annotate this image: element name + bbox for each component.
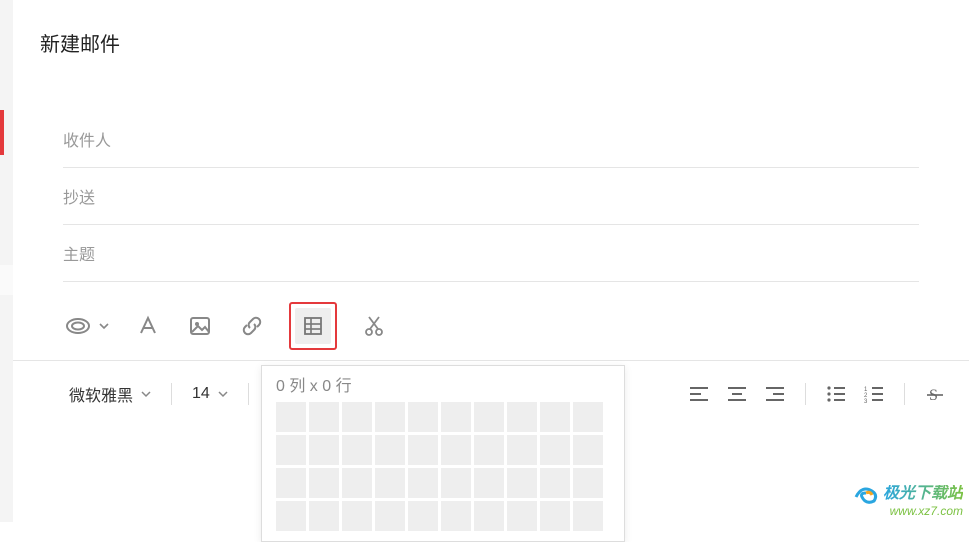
table-icon	[303, 316, 323, 336]
table-picker-cell[interactable]	[375, 435, 405, 465]
table-picker-cell[interactable]	[540, 435, 570, 465]
table-picker-cell[interactable]	[573, 501, 603, 531]
table-picker-cell[interactable]	[375, 402, 405, 432]
chevron-down-icon	[218, 390, 228, 398]
table-picker-cell[interactable]	[507, 402, 537, 432]
table-picker-cell[interactable]	[309, 501, 339, 531]
subject-field[interactable]: 主题	[63, 225, 919, 282]
table-picker-cell[interactable]	[474, 501, 504, 531]
image-icon[interactable]	[185, 311, 215, 341]
table-picker-cell[interactable]	[309, 435, 339, 465]
align-left-icon[interactable]	[685, 380, 713, 408]
table-button-highlighted[interactable]	[289, 302, 337, 350]
table-picker-cell[interactable]	[408, 435, 438, 465]
table-picker-cell[interactable]	[540, 468, 570, 498]
table-picker-cell[interactable]	[276, 402, 306, 432]
font-family-value: 微软雅黑	[69, 382, 133, 406]
font-size-select[interactable]: 14	[186, 381, 234, 407]
table-picker-grid[interactable]	[276, 402, 614, 531]
cc-field[interactable]: 抄送	[63, 168, 919, 225]
table-picker-cell[interactable]	[408, 501, 438, 531]
table-size-picker: 0 列 x 0 行	[261, 365, 625, 542]
chevron-down-icon	[141, 390, 151, 398]
text-format-icon[interactable]	[133, 311, 163, 341]
table-picker-cell[interactable]	[573, 468, 603, 498]
table-picker-cell[interactable]	[507, 468, 537, 498]
font-family-select[interactable]: 微软雅黑	[63, 378, 157, 410]
recipient-field[interactable]: 收件人	[63, 111, 919, 168]
table-picker-cell[interactable]	[540, 402, 570, 432]
align-center-icon[interactable]	[723, 380, 751, 408]
bullet-list-icon[interactable]	[822, 380, 850, 408]
divider	[248, 383, 249, 405]
table-picker-cell[interactable]	[474, 435, 504, 465]
table-picker-cell[interactable]	[276, 468, 306, 498]
font-size-value: 14	[192, 385, 210, 403]
table-picker-cell[interactable]	[474, 402, 504, 432]
table-picker-cell[interactable]	[342, 402, 372, 432]
table-picker-cell[interactable]	[540, 501, 570, 531]
table-picker-cell[interactable]	[474, 468, 504, 498]
align-right-icon[interactable]	[761, 380, 789, 408]
divider	[904, 383, 905, 405]
watermark-url: www.xz7.com	[852, 505, 963, 518]
page-title: 新建邮件	[13, 0, 969, 57]
table-picker-cell[interactable]	[441, 435, 471, 465]
cut-icon[interactable]	[359, 311, 389, 341]
table-picker-cell[interactable]	[408, 468, 438, 498]
table-picker-label: 0 列 x 0 行	[276, 372, 614, 396]
divider	[171, 383, 172, 405]
table-picker-cell[interactable]	[375, 468, 405, 498]
watermark-logo-icon	[852, 483, 880, 505]
watermark-text: 极光下载站	[883, 485, 963, 503]
table-picker-cell[interactable]	[573, 402, 603, 432]
table-picker-cell[interactable]	[375, 501, 405, 531]
table-picker-cell[interactable]	[408, 402, 438, 432]
table-picker-cell[interactable]	[441, 402, 471, 432]
table-picker-cell[interactable]	[441, 468, 471, 498]
strikethrough-icon[interactable]: S	[921, 380, 949, 408]
table-picker-cell[interactable]	[507, 501, 537, 531]
table-picker-cell[interactable]	[507, 435, 537, 465]
table-picker-cell[interactable]	[342, 435, 372, 465]
toolbar-primary	[13, 282, 969, 346]
table-picker-cell[interactable]	[309, 468, 339, 498]
table-picker-cell[interactable]	[276, 435, 306, 465]
watermark: 极光下载站 www.xz7.com	[852, 483, 963, 518]
svg-text:3: 3	[864, 399, 868, 403]
table-picker-cell[interactable]	[573, 435, 603, 465]
attachment-icon[interactable]	[63, 311, 93, 341]
table-picker-cell[interactable]	[441, 501, 471, 531]
divider	[805, 383, 806, 405]
table-picker-cell[interactable]	[342, 468, 372, 498]
numbered-list-icon[interactable]: 123	[860, 380, 888, 408]
link-icon[interactable]	[237, 311, 267, 341]
table-picker-cell[interactable]	[276, 501, 306, 531]
attachment-dropdown-icon[interactable]	[97, 311, 111, 341]
table-picker-cell[interactable]	[342, 501, 372, 531]
table-picker-cell[interactable]	[309, 402, 339, 432]
